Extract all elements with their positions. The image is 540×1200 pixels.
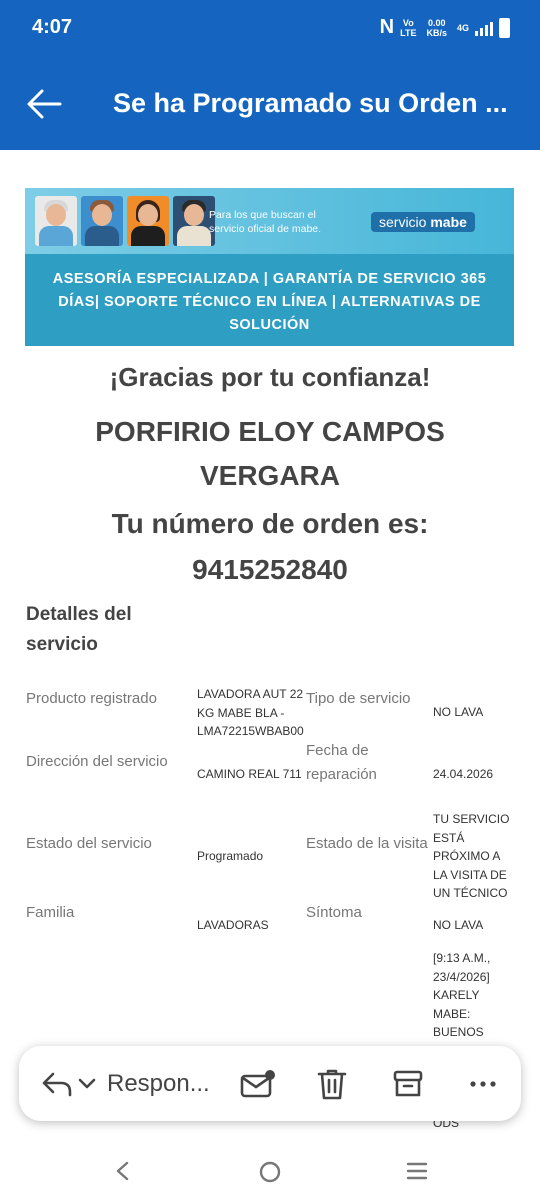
back-arrow-icon[interactable]	[26, 88, 62, 120]
chevron-down-icon[interactable]	[77, 1077, 97, 1091]
delete-button[interactable]	[316, 1066, 348, 1102]
more-dots-icon	[470, 1081, 496, 1087]
mabe-banner: Para los que buscan el servicio oficial …	[25, 188, 514, 346]
email-subject: Se ha Programado su Orden ...	[113, 88, 508, 118]
volte-icon: Vo LTE	[400, 17, 417, 38]
reply-icon	[42, 1072, 72, 1097]
estado-visita-value: TU SERVICIO ESTÁ PRÓXIMO A LA VISITA DE …	[433, 812, 510, 900]
tipo-value: NO LAVA	[433, 705, 484, 719]
banner-photo-strip: Para los que buscan el servicio oficial …	[25, 188, 514, 254]
more-options-button[interactable]	[469, 1066, 497, 1102]
banner-services-text: ASESORÍA ESPECIALIZADA | GARANTÍA DE SER…	[25, 254, 514, 346]
nfc-icon: N	[379, 16, 395, 38]
archive-icon	[393, 1070, 423, 1097]
battery-icon	[499, 17, 510, 38]
status-icons: N Vo LTE 0.00 KB/s 4G	[380, 16, 510, 39]
sintoma-value: NO LAVA	[433, 918, 484, 932]
network-speed: 0.00 KB/s	[426, 17, 447, 38]
mark-unread-button[interactable]	[239, 1066, 277, 1102]
signal-icon	[475, 20, 493, 36]
order-number: 9415252840	[192, 554, 348, 585]
producto-value: LAVADORA AUT 22 KG MABE BLA - LMA72215WB…	[197, 687, 304, 738]
details-heading: Detalles del servicio	[26, 604, 132, 655]
thanks-heading: ¡Gracias por tu confianza!	[109, 362, 431, 392]
tipo-label: Tipo de servicio	[306, 690, 411, 707]
banner-tagline: Para los que buscan el servicio oficial …	[209, 209, 322, 235]
nav-home-icon[interactable]	[258, 1160, 282, 1184]
status-bar: 4:07 N Vo LTE 0.00 KB/s 4G	[0, 0, 540, 58]
familia-label: Familia	[26, 904, 75, 921]
comment-value: [9:13 A.M., 23/4/2026] KARELY MABE: BUEN…	[433, 951, 491, 1058]
banner-people-image	[35, 196, 215, 246]
email-action-bar: Respon...	[19, 1046, 521, 1121]
archive-button[interactable]	[392, 1066, 424, 1102]
nav-back-icon[interactable]	[113, 1160, 133, 1182]
fecha-label: Fecha de reparación	[306, 742, 377, 783]
producto-label: Producto registrado	[26, 690, 157, 707]
familia-value: LAVADORAS	[197, 918, 269, 932]
estado-visita-label: Estado de la visita	[306, 835, 428, 852]
trash-icon	[317, 1069, 347, 1100]
reply-button[interactable]: Respon...	[41, 1066, 210, 1102]
signal-type: 4G	[456, 22, 469, 33]
customer-name: PORFIRIO ELOY CAMPOS VERGARA	[95, 416, 445, 491]
fecha-value: 24.04.2026	[433, 767, 494, 781]
direccion-label: Dirección del servicio	[26, 753, 168, 770]
direccion-value: CAMINO REAL 711	[197, 767, 302, 781]
reply-label[interactable]: Respon...	[107, 1070, 210, 1098]
status-time: 4:07	[32, 16, 73, 38]
system-nav-bar	[0, 1140, 540, 1200]
nav-menu-icon[interactable]	[405, 1160, 429, 1182]
estado-servicio-value: Programado	[197, 849, 264, 863]
servicio-mabe-logo: servicio mabe	[371, 212, 475, 232]
order-label: Tu número de orden es:	[111, 508, 429, 539]
estado-servicio-label: Estado del servicio	[26, 835, 152, 852]
mail-unread-icon	[240, 1070, 275, 1098]
app-bar: Se ha Programado su Orden ...	[0, 58, 540, 150]
sintoma-label: Síntoma	[306, 904, 362, 921]
